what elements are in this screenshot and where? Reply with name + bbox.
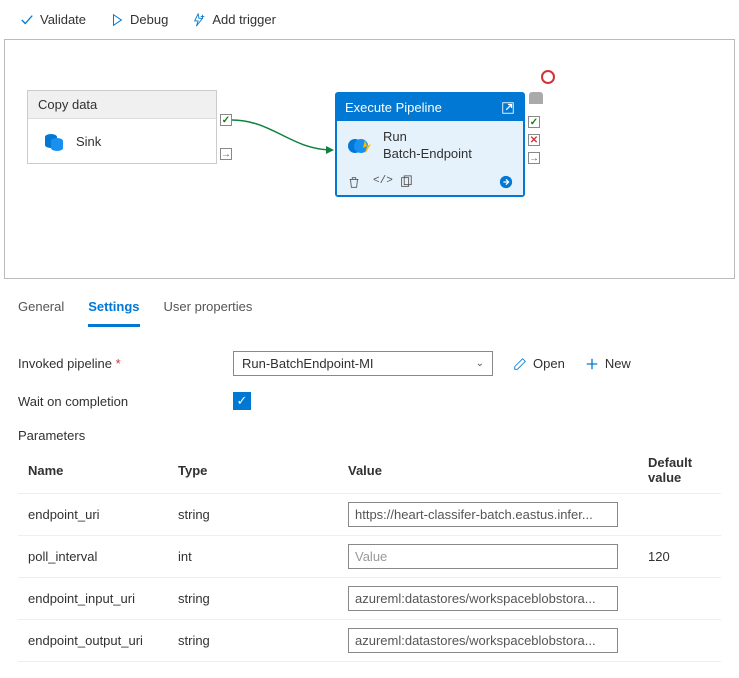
debug-label: Debug (130, 12, 168, 27)
table-row: endpoint_uristring https://heart-classife… (18, 494, 721, 536)
check-icon (20, 13, 34, 27)
tab-general[interactable]: General (18, 293, 64, 327)
param-default: 120 (638, 536, 721, 578)
lightning-plus-icon (192, 13, 206, 27)
breakpoint-indicator[interactable] (541, 70, 555, 84)
database-icon (42, 129, 66, 153)
wait-on-completion-label: Wait on completion (18, 394, 233, 409)
param-name: poll_interval (18, 536, 168, 578)
exec-failure-port[interactable]: ✕ (528, 134, 540, 146)
exec-line2: Batch-Endpoint (383, 146, 472, 163)
param-value-input[interactable]: azureml:datastores/workspaceblobstora... (348, 628, 618, 653)
chevron-down-icon: ⌄ (476, 358, 484, 369)
exec-success-port[interactable]: ✓ (528, 116, 540, 128)
invoked-pipeline-value: Run-BatchEndpoint-MI (242, 356, 374, 371)
copy-data-body: Sink (76, 134, 101, 149)
output-port[interactable]: → (220, 148, 232, 160)
exec-line1: Run (383, 129, 472, 146)
param-name: endpoint_uri (18, 494, 168, 536)
param-default (638, 620, 721, 662)
param-header-type: Type (168, 447, 338, 494)
add-trigger-button[interactable]: Add trigger (184, 8, 284, 31)
parameters-label: Parameters (18, 418, 721, 447)
param-header-default: Default value (638, 447, 721, 494)
param-name: endpoint_input_uri (18, 578, 168, 620)
param-value-input[interactable]: https://heart-classifer-batch.eastus.inf… (348, 502, 618, 527)
delete-icon[interactable] (347, 175, 361, 189)
copy-data-activity[interactable]: Copy data Sink (27, 90, 217, 164)
open-external-icon[interactable] (501, 101, 515, 115)
exec-output-port[interactable]: → (528, 152, 540, 164)
param-type: string (168, 620, 338, 662)
copy-data-title: Copy data (28, 91, 216, 119)
open-pipeline-button[interactable]: Open (513, 356, 565, 371)
new-label: New (605, 356, 631, 371)
validate-button[interactable]: Validate (12, 8, 94, 31)
pipeline-canvas[interactable]: Copy data Sink ✓ → Execute Pipeline Run … (4, 39, 735, 279)
table-row: endpoint_input_uristring azureml:datastor… (18, 578, 721, 620)
param-value-input[interactable]: Value (348, 544, 618, 569)
node-collapse-handle[interactable] (529, 92, 543, 104)
connector-arrow (232, 116, 337, 156)
add-trigger-label: Add trigger (212, 12, 276, 27)
execute-pipeline-title: Execute Pipeline (345, 100, 442, 115)
plus-icon (585, 357, 599, 371)
required-indicator: * (116, 356, 121, 371)
parameters-table: Name Type Value Default value endpoint_u… (18, 447, 721, 662)
validate-label: Validate (40, 12, 86, 27)
new-pipeline-button[interactable]: New (585, 356, 631, 371)
wait-on-completion-checkbox[interactable]: ✓ (233, 392, 251, 410)
param-type: string (168, 578, 338, 620)
invoked-pipeline-dropdown[interactable]: Run-BatchEndpoint-MI ⌄ (233, 351, 493, 376)
table-row: poll_intervalint Value 120 (18, 536, 721, 578)
execute-pipeline-activity[interactable]: Execute Pipeline Run Batch-Endpoint </> (335, 92, 525, 197)
param-default (638, 578, 721, 620)
debug-button[interactable]: Debug (102, 8, 176, 31)
pencil-icon (513, 357, 527, 371)
output-success-port[interactable]: ✓ (220, 114, 232, 126)
tab-settings[interactable]: Settings (88, 293, 139, 327)
param-default (638, 494, 721, 536)
table-row: endpoint_output_uristring azureml:datasto… (18, 620, 721, 662)
open-label: Open (533, 356, 565, 371)
param-name: endpoint_output_uri (18, 620, 168, 662)
pipeline-run-icon (347, 134, 375, 158)
copy-icon[interactable] (399, 175, 413, 189)
param-header-name: Name (18, 447, 168, 494)
param-type: string (168, 494, 338, 536)
tab-user-properties[interactable]: User properties (164, 293, 253, 327)
param-header-value: Value (338, 447, 638, 494)
param-type: int (168, 536, 338, 578)
play-icon (110, 13, 124, 27)
code-icon[interactable]: </> (373, 175, 387, 189)
invoked-pipeline-label: Invoked pipeline (18, 356, 112, 371)
param-value-input[interactable]: azureml:datastores/workspaceblobstora... (348, 586, 618, 611)
proceed-icon[interactable] (499, 175, 513, 189)
